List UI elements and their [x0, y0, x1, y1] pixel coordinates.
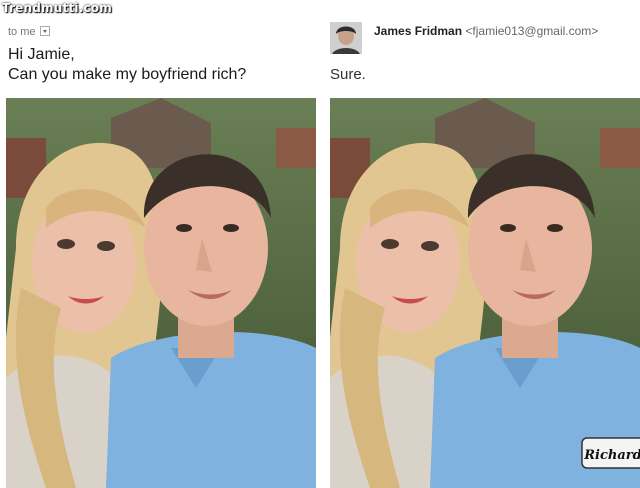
- message-request: Can you make my boyfriend rich?: [8, 66, 247, 83]
- reply-message: Sure.: [330, 66, 366, 83]
- details-dropdown-icon[interactable]: [39, 26, 50, 36]
- name-tag-text: Richard: [583, 448, 640, 463]
- message-greeting: Hi Jamie,: [8, 46, 75, 63]
- to-label: to me: [8, 26, 36, 38]
- left-panel: to me Hi Jamie, Can you make my boyfrien…: [0, 0, 320, 488]
- right-panel: James Fridman <fjamie013@gmail.com> Sure…: [326, 0, 640, 488]
- original-photo: [6, 98, 316, 488]
- name-tag: Richard: [581, 437, 640, 469]
- watermark: Trendmutti.com: [2, 1, 112, 15]
- sender-avatar: [330, 22, 362, 54]
- recipient-line: to me: [8, 26, 50, 38]
- sender-name: James Fridman: [374, 24, 463, 38]
- sender-line: James Fridman <fjamie013@gmail.com>: [374, 24, 598, 38]
- edited-photo: Richard: [330, 98, 640, 488]
- sender-email: <fjamie013@gmail.com>: [465, 24, 599, 38]
- panel-divider: [321, 0, 325, 488]
